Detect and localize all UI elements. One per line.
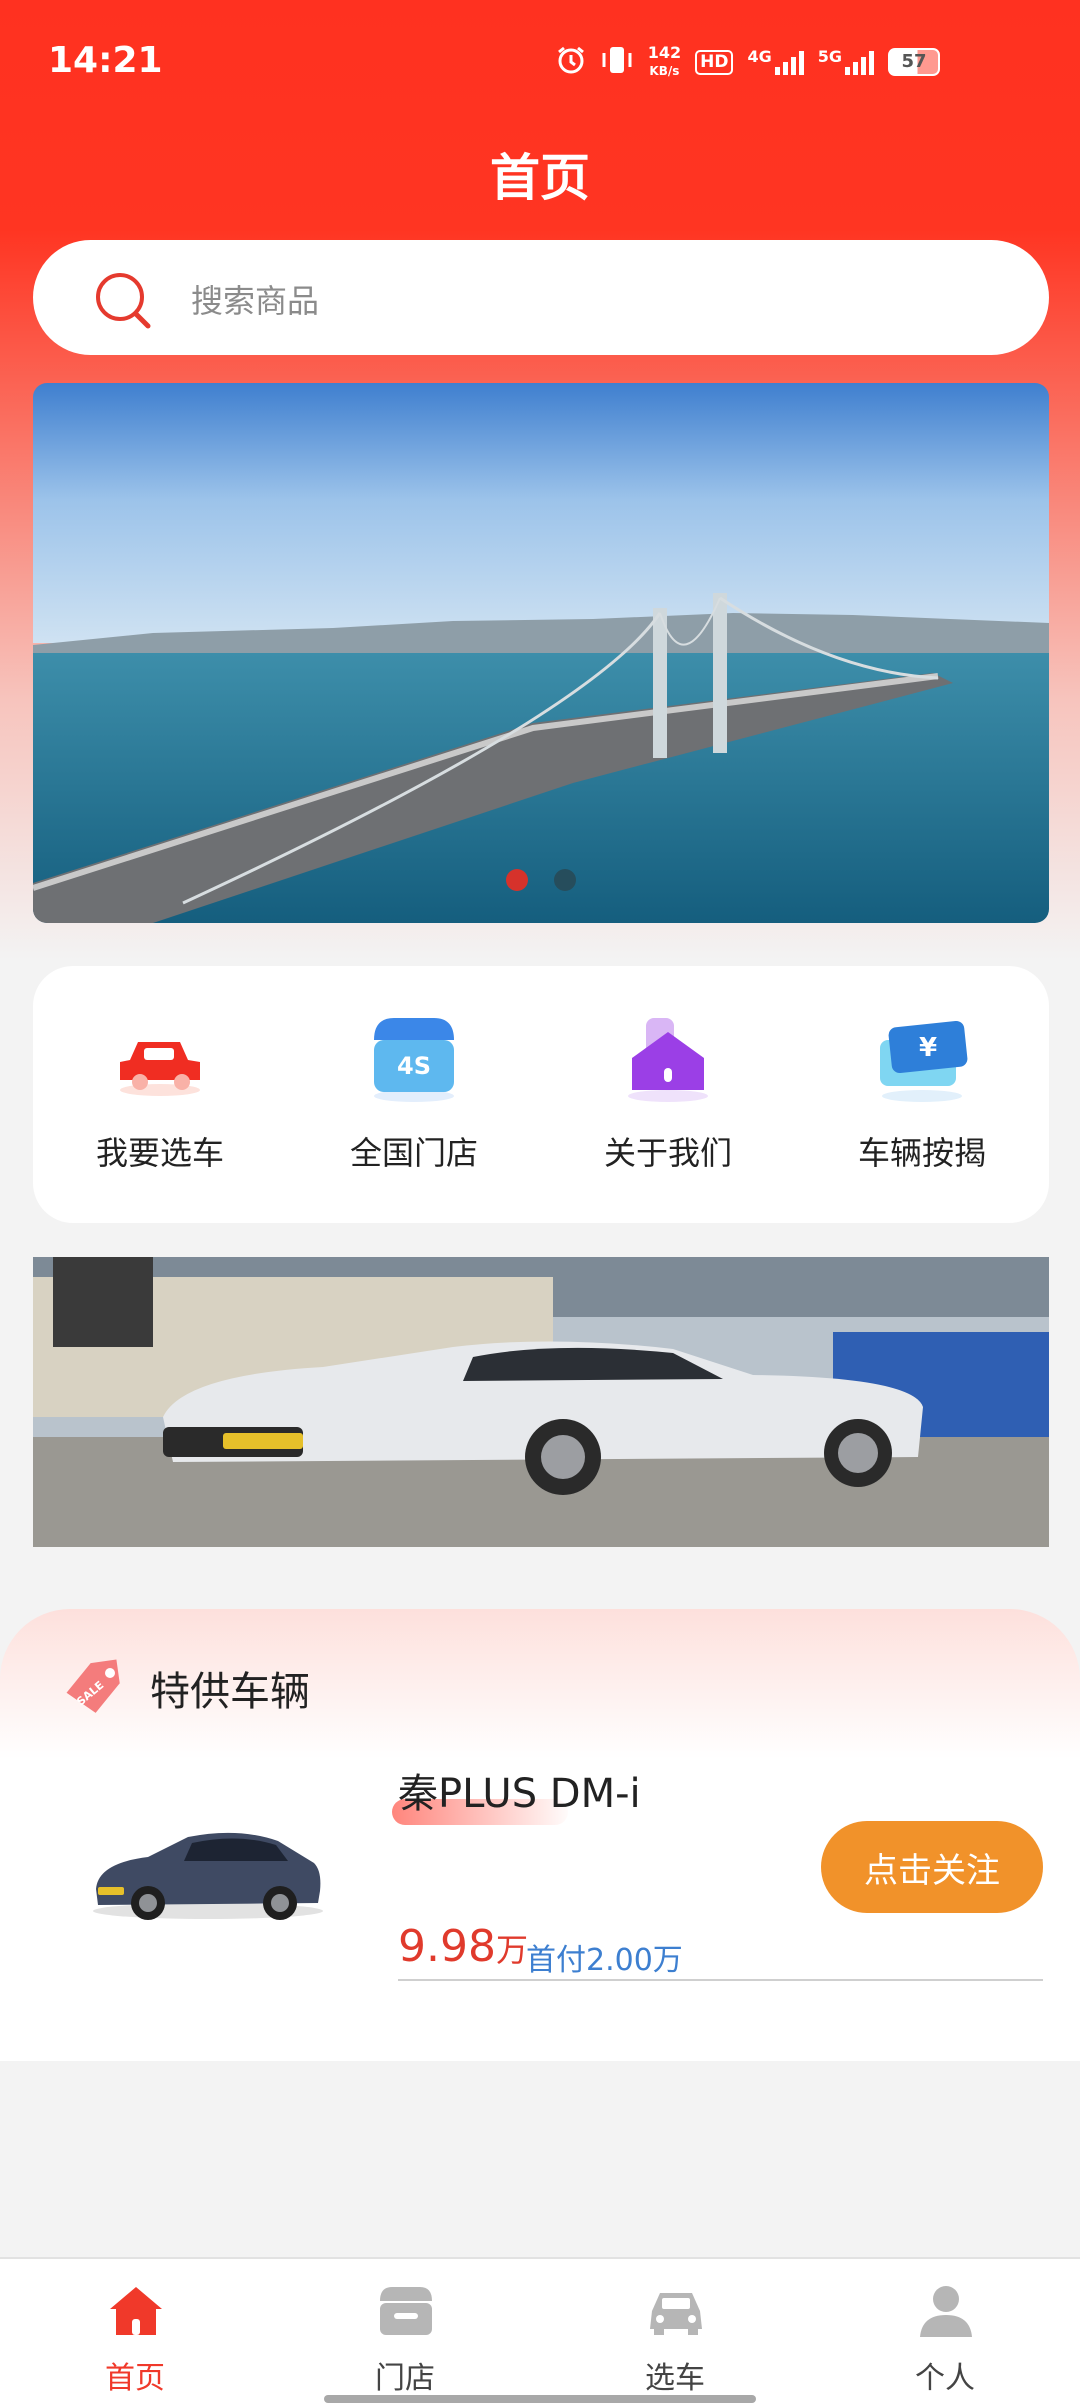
promo-banner[interactable]: [33, 1257, 1049, 1547]
special-vehicles-section: SALE 特供车辆 秦PLUS DM-i 点击关注 9.98万 首付2.00万: [0, 1609, 1080, 2061]
quick-menu-label: 关于我们: [603, 1134, 732, 1172]
home-icon: [106, 2281, 166, 2341]
bottom-nav: 首页 门店 选车 个人: [0, 2257, 1080, 2408]
signal-4g-icon: 4G: [747, 47, 804, 75]
quick-menu-label: 我要选车: [95, 1134, 224, 1172]
hd-voice-icon: HD: [695, 49, 734, 75]
purple-house-icon: [618, 1010, 718, 1110]
red-car-icon: [110, 1010, 210, 1110]
page-title: 首页: [490, 149, 590, 207]
person-icon: [916, 2281, 976, 2341]
nav-item-profile[interactable]: 个人: [810, 2259, 1080, 2408]
nav-label: 首页: [105, 2361, 165, 2396]
nav-label: 选车: [645, 2361, 705, 2396]
divider: [398, 1979, 1043, 1981]
car-thumbnail: [88, 1811, 328, 1931]
status-bar: 14:21 142 KB/s HD 4G 5G 57: [0, 0, 1080, 120]
net-speed-unit: KB/s: [649, 64, 680, 78]
net-speed-value: 142: [647, 43, 682, 62]
nav-item-store[interactable]: 门店: [270, 2259, 540, 2408]
car-photo: [33, 1257, 1049, 1547]
network-4g-label: 4G: [747, 47, 772, 66]
svg-text:4S: 4S: [397, 1052, 431, 1080]
quick-menu-label: 全国门店: [349, 1134, 478, 1172]
search-bar[interactable]: 搜索商品: [33, 240, 1049, 355]
carousel-dot-1[interactable]: [506, 869, 528, 891]
banner-carousel[interactable]: [33, 383, 1049, 923]
search-input[interactable]: 搜索商品: [191, 276, 319, 322]
nav-label: 门店: [375, 2361, 435, 2396]
quick-menu-stores[interactable]: 4S 全国门店: [287, 966, 541, 1223]
follow-button[interactable]: 点击关注: [821, 1821, 1043, 1913]
nav-item-home[interactable]: 首页: [0, 2259, 270, 2408]
car-name: 秦PLUS DM-i: [398, 1771, 641, 1817]
bridge-photo: [33, 383, 1049, 923]
search-icon: [91, 268, 155, 332]
car-price-unit: 万: [495, 1931, 528, 1969]
carousel-dot-2[interactable]: [554, 869, 576, 891]
down-payment: 首付2.00万: [526, 1943, 683, 1978]
car-price-value: 9.98: [398, 1921, 496, 1972]
yuan-card-icon: ¥: [872, 1010, 972, 1110]
vibrate-icon: [600, 45, 634, 79]
quick-menu-label: 车辆按揭: [857, 1134, 986, 1172]
signal-5g-icon: 5G: [818, 49, 874, 75]
sale-tag-icon: SALE: [60, 1659, 126, 1715]
svg-text:¥: ¥: [919, 1033, 937, 1063]
battery-icon: 57: [888, 48, 940, 76]
car-icon: [646, 2281, 706, 2341]
net-speed: 142 KB/s: [648, 44, 681, 80]
quick-menu-choose-car[interactable]: 我要选车: [33, 966, 287, 1223]
quick-menu-mortgage[interactable]: ¥ 车辆按揭: [795, 966, 1049, 1223]
status-icons: 142 KB/s HD 4G 5G 57: [556, 44, 940, 80]
quick-menu-about[interactable]: 关于我们: [541, 966, 795, 1223]
alarm-icon: [556, 45, 586, 79]
nav-item-choose-car[interactable]: 选车: [540, 2259, 810, 2408]
car-price: 9.98万: [398, 1921, 528, 1972]
network-5g-label: 5G: [817, 47, 842, 66]
section-title: 特供车辆: [150, 1669, 310, 1715]
nav-label: 个人: [915, 2361, 975, 2396]
home-indicator[interactable]: [324, 2395, 756, 2403]
quick-menu: 我要选车 4S 全国门店 关于我们 ¥ 车辆按揭: [33, 966, 1049, 1223]
4s-store-icon: 4S: [364, 1010, 464, 1110]
store-icon: [376, 2281, 436, 2341]
status-time: 14:21: [48, 40, 163, 81]
